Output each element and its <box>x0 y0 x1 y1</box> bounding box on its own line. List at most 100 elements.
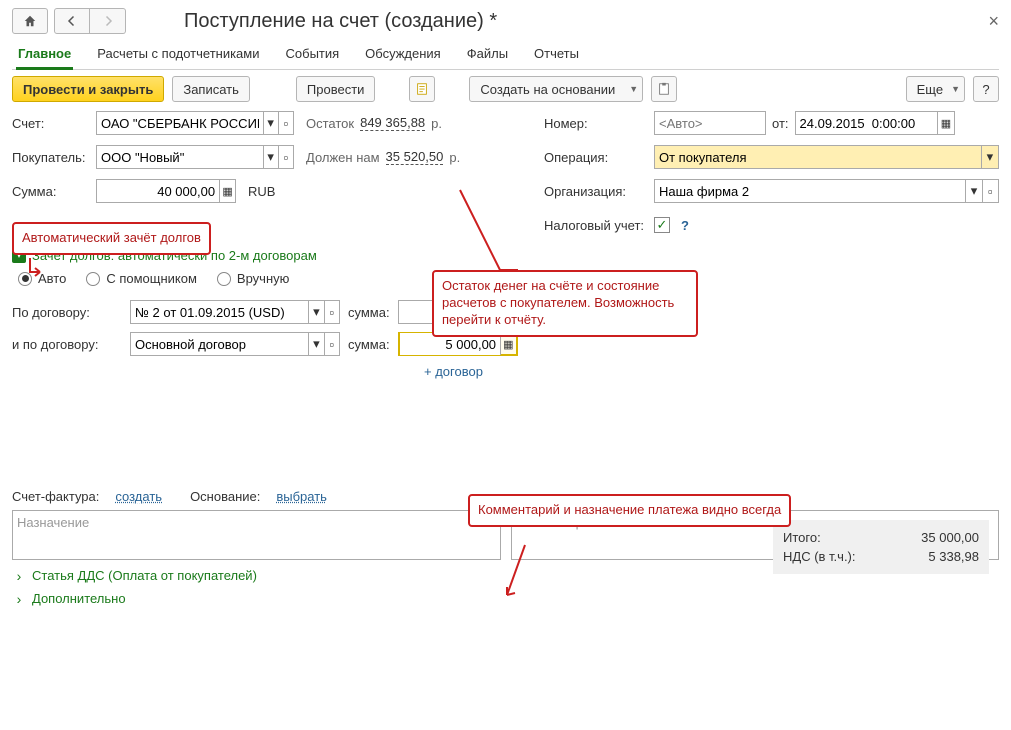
dropdown-icon[interactable]: ▾ <box>981 146 998 168</box>
callout-arrow-icon <box>24 258 48 278</box>
dropdown-icon[interactable]: ▾ <box>965 180 981 202</box>
write-button[interactable]: Записать <box>172 76 250 102</box>
radio-wizard[interactable]: С помощником <box>86 271 197 286</box>
balance-pre: Остаток <box>306 116 354 131</box>
number-label: Номер: <box>544 116 648 131</box>
org-input[interactable] <box>655 180 965 202</box>
calendar-icon[interactable]: ▦ <box>937 112 953 134</box>
dropdown-icon[interactable]: ▾ <box>263 112 278 134</box>
number-field[interactable] <box>654 111 766 135</box>
contract2-input[interactable] <box>131 333 308 355</box>
post-close-button[interactable]: Провести и закрыть <box>12 76 164 102</box>
callout-comments: Комментарий и назначение платежа видно в… <box>468 494 791 527</box>
contract2-label: и по договору: <box>12 337 122 352</box>
invoice-label: Счет-фактура: <box>12 489 99 504</box>
total-label: Итого: <box>783 530 863 545</box>
open-icon[interactable]: ▫ <box>324 301 339 323</box>
dds-label: Статья ДДС (Оплата от покупателей) <box>32 568 257 583</box>
chevron-down-icon: ▼ <box>951 84 960 94</box>
vat-value: 5 338,98 <box>889 549 979 564</box>
close-button[interactable]: × <box>988 11 999 32</box>
buyer-field[interactable]: ▾ ▫ <box>96 145 294 169</box>
total-value: 35 000,00 <box>889 530 979 545</box>
contract2-field[interactable]: ▾ ▫ <box>130 332 340 356</box>
add-contract-link[interactable]: + договор <box>424 364 532 379</box>
help-icon[interactable]: ? <box>676 217 694 234</box>
org-field[interactable]: ▾ ▫ <box>654 179 999 203</box>
calc-icon[interactable]: ▦ <box>219 180 235 202</box>
callout-balance-info: Остаток денег на счёте и состояние расче… <box>432 270 698 337</box>
create-based-button[interactable]: Создать на основании ▼ <box>469 76 643 102</box>
clipboard-icon <box>657 82 671 96</box>
invoice-create-link[interactable]: создать <box>115 489 162 504</box>
tab-podot[interactable]: Расчеты с подотчетниками <box>95 40 261 69</box>
post-button[interactable]: Провести <box>296 76 376 102</box>
additional-label: Дополнительно <box>32 591 126 606</box>
number-input[interactable] <box>655 112 765 134</box>
open-icon[interactable]: ▫ <box>324 333 339 355</box>
contract1-input[interactable] <box>131 301 308 323</box>
home-button[interactable] <box>12 8 48 34</box>
open-icon[interactable]: ▫ <box>982 180 998 202</box>
tabs-bar: Главное Расчеты с подотчетниками События… <box>12 40 999 70</box>
dropdown-icon[interactable]: ▾ <box>263 146 278 168</box>
radio-icon <box>86 272 100 286</box>
arrow-right-icon <box>102 15 114 27</box>
sum-curr: RUB <box>248 184 275 199</box>
page-title: Поступление на счет (создание) * <box>184 10 497 33</box>
more-button[interactable]: Еще ▼ <box>906 76 965 102</box>
open-icon[interactable]: ▫ <box>278 146 293 168</box>
org-label: Организация: <box>544 184 648 199</box>
operation-label: Операция: <box>544 150 648 165</box>
radio-wizard-label: С помощником <box>106 271 197 286</box>
tab-events[interactable]: События <box>284 40 342 69</box>
dropdown-icon[interactable]: ▾ <box>308 301 323 323</box>
dropdown-icon[interactable]: ▾ <box>308 333 323 355</box>
report-icon-button[interactable] <box>651 76 677 102</box>
tab-reports[interactable]: Отчеты <box>532 40 581 69</box>
balance-link[interactable]: 849 365,88 <box>360 115 425 131</box>
vat-label: НДС (в т.ч.): <box>783 549 863 564</box>
account-input[interactable] <box>97 112 263 134</box>
owes-curr: р. <box>449 150 460 165</box>
tab-main[interactable]: Главное <box>16 40 73 70</box>
chevron-down-icon: ▼ <box>629 84 638 94</box>
more-label: Еще <box>917 82 943 97</box>
tab-discuss[interactable]: Обсуждения <box>363 40 443 69</box>
date-field[interactable]: ▦ <box>795 111 955 135</box>
document-icon <box>415 82 429 96</box>
sum-field[interactable]: ▦ <box>96 179 236 203</box>
date-input[interactable] <box>796 112 938 134</box>
expand-icon: › <box>12 569 26 583</box>
owes-pre: Должен нам <box>306 150 380 165</box>
sum1-label: сумма: <box>348 305 390 320</box>
tax-label: Налоговый учет: <box>544 218 648 233</box>
print-button[interactable] <box>409 76 435 102</box>
help-button[interactable]: ? <box>973 76 999 102</box>
contract1-field[interactable]: ▾ ▫ <box>130 300 340 324</box>
owes-link[interactable]: 35 520,50 <box>386 149 444 165</box>
operation-field[interactable]: ▾ <box>654 145 999 169</box>
sum-label: Сумма: <box>12 184 90 199</box>
radio-manual-label: Вручную <box>237 271 289 286</box>
totals-panel: Итого: 35 000,00 НДС (в т.ч.): 5 338,98 <box>773 520 989 574</box>
account-field[interactable]: ▾ ▫ <box>96 111 294 135</box>
buyer-label: Покупатель: <box>12 150 90 165</box>
home-icon <box>23 14 37 28</box>
tab-files[interactable]: Файлы <box>465 40 510 69</box>
memo-purpose[interactable]: Назначение <box>12 510 501 560</box>
callout-arrow-icon <box>460 190 520 272</box>
open-icon[interactable]: ▫ <box>278 112 293 134</box>
buyer-input[interactable] <box>97 146 263 168</box>
back-button[interactable] <box>54 8 90 34</box>
balance-curr: р. <box>431 116 442 131</box>
sum-input[interactable] <box>97 180 219 202</box>
forward-button[interactable] <box>90 8 126 34</box>
base-select-link[interactable]: выбрать <box>276 489 327 504</box>
radio-manual[interactable]: Вручную <box>217 271 289 286</box>
expand-icon: › <box>12 592 26 606</box>
operation-input[interactable] <box>655 146 981 168</box>
tax-checkbox[interactable]: ✓ <box>654 217 670 233</box>
sum2-label: сумма: <box>348 337 390 352</box>
date-pre: от: <box>772 116 789 131</box>
